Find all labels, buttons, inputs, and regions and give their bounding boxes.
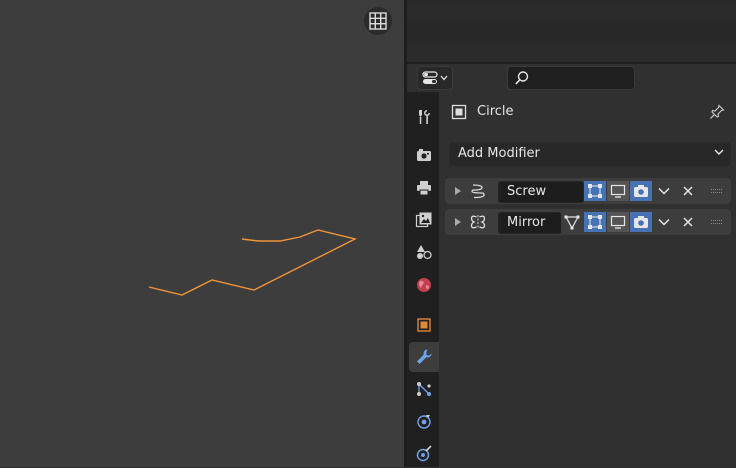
object-header: Circle [439, 92, 736, 132]
tab-particles[interactable] [409, 374, 439, 404]
on-cage-toggle[interactable] [561, 212, 583, 232]
camera-icon [634, 216, 648, 228]
scene-icon [417, 245, 432, 260]
pin-icon[interactable] [709, 104, 725, 120]
modifier-menu-dropdown[interactable] [653, 181, 675, 201]
tab-render[interactable] [409, 140, 439, 170]
tab-constraints[interactable] [409, 438, 439, 468]
render-camera-icon [417, 149, 431, 161]
chevron-down-icon [714, 149, 724, 155]
properties-tabs [407, 92, 439, 467]
output-printer-icon [417, 181, 431, 196]
properties-editor-icon [422, 71, 438, 84]
render-toggle[interactable] [630, 181, 652, 201]
tab-object[interactable] [409, 310, 439, 340]
monitor-icon [610, 184, 626, 198]
constraints-icon [416, 445, 432, 462]
physics-icon [417, 415, 431, 429]
edit-mode-icon [588, 184, 602, 198]
grid-icon [369, 12, 387, 30]
viewport-display-toggle[interactable] [607, 181, 629, 201]
chevron-down-icon [658, 187, 670, 195]
edit-mode-icon [588, 215, 602, 229]
world-icon [417, 278, 431, 292]
modifier-menu-dropdown[interactable] [653, 212, 675, 232]
remove-modifier-button[interactable] [677, 212, 699, 232]
tab-modifiers[interactable] [409, 342, 439, 372]
tab-physics[interactable] [409, 406, 439, 436]
close-icon [683, 217, 693, 227]
drag-handle-icon[interactable] [711, 189, 723, 194]
camera-icon [634, 185, 648, 197]
modifier-properties-panel: Circle Add Modifier Screw Mirror [439, 92, 736, 467]
viewport-display-toggle[interactable] [607, 212, 629, 232]
object-data-icon [451, 104, 467, 120]
remove-modifier-button[interactable] [677, 181, 699, 201]
modifier-name-field[interactable]: Mirror [498, 212, 562, 234]
editor-type-dropdown[interactable] [417, 66, 453, 90]
tab-tool[interactable] [409, 102, 439, 132]
chevron-down-icon [658, 218, 670, 226]
tab-output[interactable] [409, 173, 439, 203]
add-modifier-label: Add Modifier [458, 146, 540, 161]
edit-mode-toggle[interactable] [584, 181, 606, 201]
expand-arrow-icon[interactable] [454, 187, 462, 195]
tool-icon [419, 110, 430, 124]
expand-arrow-icon[interactable] [454, 218, 462, 226]
chevron-down-icon [440, 75, 448, 81]
monitor-icon [610, 215, 626, 229]
tab-view-layer[interactable] [409, 205, 439, 235]
modifier-name-field[interactable]: Screw [498, 181, 584, 203]
toggle-camera-view-button[interactable] [364, 7, 392, 35]
add-modifier-dropdown[interactable]: Add Modifier [449, 142, 731, 166]
object-icon [417, 318, 431, 332]
view-layer-icon [415, 212, 432, 228]
properties-search-input[interactable] [507, 66, 635, 90]
search-icon [515, 71, 529, 85]
modifier-panel-screw[interactable]: Screw [445, 178, 731, 204]
tab-scene[interactable] [409, 237, 439, 267]
outliner[interactable] [407, 0, 736, 62]
properties-header [407, 64, 736, 92]
3d-viewport[interactable] [0, 0, 404, 467]
object-name: Circle [477, 104, 514, 119]
close-icon [683, 186, 693, 196]
curve-object[interactable] [0, 0, 404, 467]
particles-icon [417, 382, 431, 396]
drag-handle-icon[interactable] [711, 220, 723, 225]
screw-modifier-icon [471, 184, 485, 199]
tab-world[interactable] [409, 270, 439, 300]
render-toggle[interactable] [630, 212, 652, 232]
on-cage-icon [564, 215, 580, 230]
wrench-icon [417, 349, 432, 364]
modifier-panel-mirror[interactable]: Mirror [445, 209, 731, 235]
mirror-modifier-icon [470, 215, 486, 229]
edit-mode-toggle[interactable] [584, 212, 606, 232]
